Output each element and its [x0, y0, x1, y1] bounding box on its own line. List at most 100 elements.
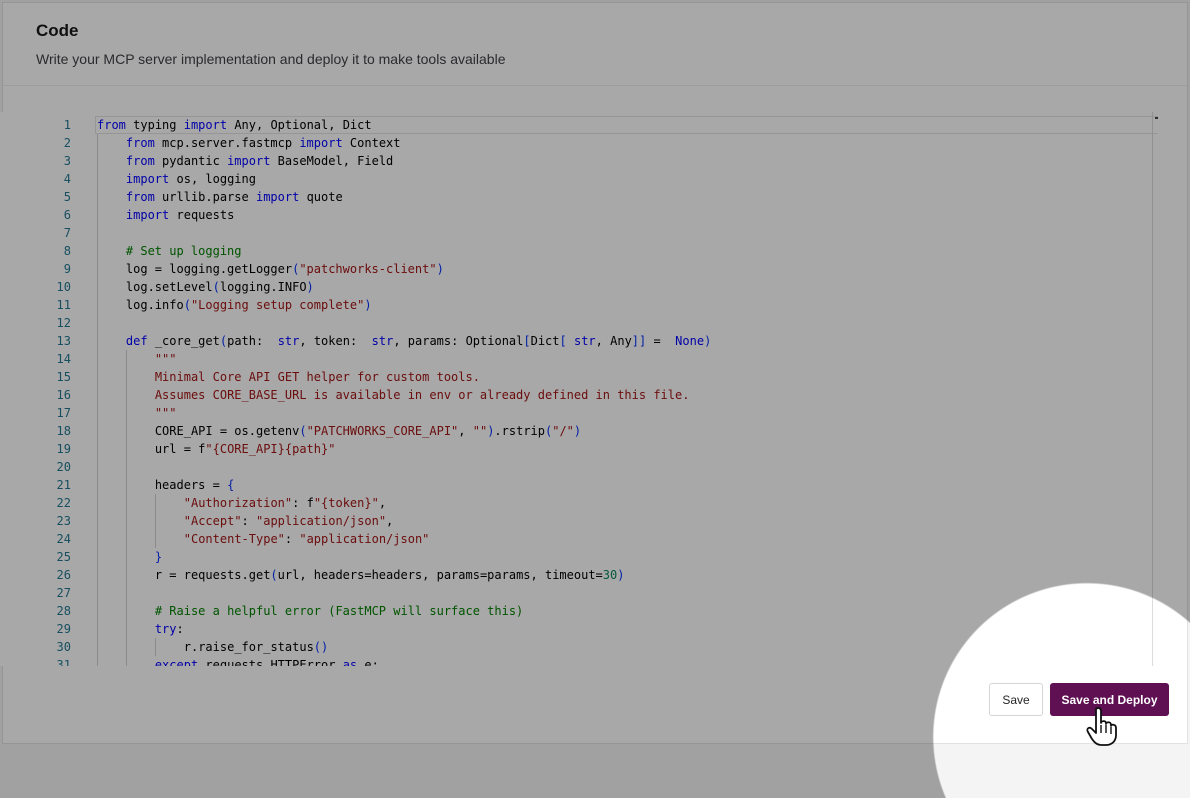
code-line[interactable]: 20 — [0, 458, 1150, 476]
indent-guide — [125, 476, 127, 494]
indent-guide — [97, 386, 98, 404]
code-editor[interactable]: 1 from typing import Any, Optional, Dict 2… — [0, 112, 1158, 666]
code-line[interactable]: 21 headers = { — [0, 476, 1150, 494]
indent-guide — [125, 566, 127, 584]
code-line[interactable]: 2 from mcp.server.fastmcp import Context — [0, 134, 1150, 152]
line-number: 5 — [63, 190, 71, 204]
line-number: 13 — [56, 334, 71, 348]
code-line[interactable]: 22 "Authorization": f"{token}", — [0, 494, 1150, 512]
indent-guide — [154, 494, 156, 512]
indent-guide — [125, 620, 127, 638]
indent-guide — [97, 404, 98, 422]
code-line[interactable]: 30 r.raise_for_status() — [0, 638, 1150, 656]
code-line[interactable]: 28 # Raise a helpful error (FastMCP will … — [0, 602, 1150, 620]
code-text: } — [154, 550, 163, 564]
card-header: Code Write your MCP server implementatio… — [3, 3, 1187, 86]
line-number: 24 — [56, 532, 71, 546]
page-subtitle: Write your MCP server implementation and… — [36, 51, 506, 67]
code-line[interactable]: 18 CORE_API = os.getenv("PATCHWORKS_CORE_… — [0, 422, 1150, 440]
line-number: 15 — [56, 370, 71, 384]
line-number: 23 — [56, 514, 71, 528]
line-number: 6 — [63, 208, 71, 222]
indent-guide — [97, 134, 98, 152]
indent-guide — [97, 512, 98, 530]
indent-guide — [97, 368, 98, 386]
line-number: 2 — [63, 136, 71, 150]
code-line[interactable]: 29 try: — [0, 620, 1150, 638]
code-line[interactable]: 15 Minimal Core API GET helper for custom… — [0, 368, 1150, 386]
code-text: def _core_get(path: str, token: str, par… — [125, 334, 712, 348]
code-line[interactable]: 23 "Accept": "application/json", — [0, 512, 1150, 530]
indent-guide — [97, 422, 98, 440]
code-line[interactable]: 13 def _core_get(path: str, token: str, p… — [0, 332, 1150, 350]
line-number: 17 — [56, 406, 71, 420]
code-line[interactable]: 9 log = logging.getLogger("patchworks-cli… — [0, 260, 1150, 278]
indent-guide — [97, 242, 98, 260]
code-line[interactable]: 11 log.info("Logging setup complete") — [0, 296, 1150, 314]
indent-guide — [125, 638, 127, 656]
code-line[interactable]: 3 from pydantic import BaseModel, Field — [0, 152, 1150, 170]
indent-guide — [97, 548, 98, 566]
code-line[interactable]: 4 import os, logging — [0, 170, 1150, 188]
save-button[interactable]: Save — [989, 683, 1043, 716]
code-line[interactable]: 14 """ — [0, 350, 1150, 368]
code-text: log.setLevel(logging.INFO) — [125, 280, 314, 294]
line-number: 31 — [56, 658, 71, 666]
code-line[interactable]: 6 import requests — [0, 206, 1150, 224]
indent-guide — [97, 152, 98, 170]
code-text: url = f"{CORE_API}{path}" — [154, 442, 336, 456]
line-number: 27 — [56, 586, 71, 600]
indent-guide — [125, 386, 127, 404]
indent-guide — [125, 602, 127, 620]
overview-ruler-marker — [1155, 117, 1158, 119]
indent-guide — [97, 584, 98, 602]
line-number: 3 — [63, 154, 71, 168]
line-number: 25 — [56, 550, 71, 564]
code-text: import requests — [125, 208, 235, 222]
code-text: headers = { — [154, 478, 235, 492]
code-text: """ — [154, 352, 177, 366]
indent-guide — [97, 620, 98, 638]
indent-guide — [97, 566, 98, 584]
code-text: r.raise_for_status() — [183, 640, 329, 654]
code-line[interactable]: 5 from urllib.parse import quote — [0, 188, 1150, 206]
indent-guide — [97, 224, 98, 242]
code-text: from typing import Any, Optional, Dict — [97, 118, 372, 132]
indent-guide — [125, 422, 127, 440]
indent-guide — [125, 458, 127, 476]
code-text: "Accept": "application/json", — [183, 514, 394, 528]
indent-guide — [125, 494, 127, 512]
indent-guide — [97, 350, 98, 368]
editor-scrollbar-track[interactable] — [1152, 112, 1153, 666]
code-line[interactable]: 31 except requests.HTTPError as e: — [0, 656, 1150, 666]
indent-guide — [125, 512, 127, 530]
indent-guide — [97, 188, 98, 206]
line-number: 18 — [56, 424, 71, 438]
code-line[interactable]: 27 — [0, 584, 1150, 602]
indent-guide — [97, 530, 98, 548]
code-line[interactable]: 17 """ — [0, 404, 1150, 422]
indent-guide — [97, 260, 98, 278]
line-number: 4 — [63, 172, 71, 186]
indent-guide — [125, 584, 127, 602]
code-line[interactable]: 12 — [0, 314, 1150, 332]
code-line[interactable]: 19 url = f"{CORE_API}{path}" — [0, 440, 1150, 458]
code-text: from pydantic import BaseModel, Field — [125, 154, 394, 168]
code-line[interactable]: 10 log.setLevel(logging.INFO) — [0, 278, 1150, 296]
code-line[interactable]: 16 Assumes CORE_BASE_URL is available in … — [0, 386, 1150, 404]
indent-guide — [97, 656, 98, 666]
code-line[interactable]: 26 r = requests.get(url, headers=headers,… — [0, 566, 1150, 584]
indent-guide — [97, 494, 98, 512]
indent-guide — [97, 332, 98, 350]
code-line[interactable]: 25} — [0, 548, 1150, 566]
code-line[interactable]: 1 from typing import Any, Optional, Dict — [0, 116, 1150, 134]
line-number: 22 — [56, 496, 71, 510]
line-number: 11 — [56, 298, 71, 312]
code-line[interactable]: 24 "Content-Type": "application/json" — [0, 530, 1150, 548]
code-text: "Content-Type": "application/json" — [183, 532, 430, 546]
indent-guide — [125, 350, 127, 368]
code-line[interactable]: 7 — [0, 224, 1150, 242]
code-line[interactable]: 8 # Set up logging — [0, 242, 1150, 260]
line-number: 1 — [63, 118, 71, 132]
line-number: 14 — [56, 352, 71, 366]
